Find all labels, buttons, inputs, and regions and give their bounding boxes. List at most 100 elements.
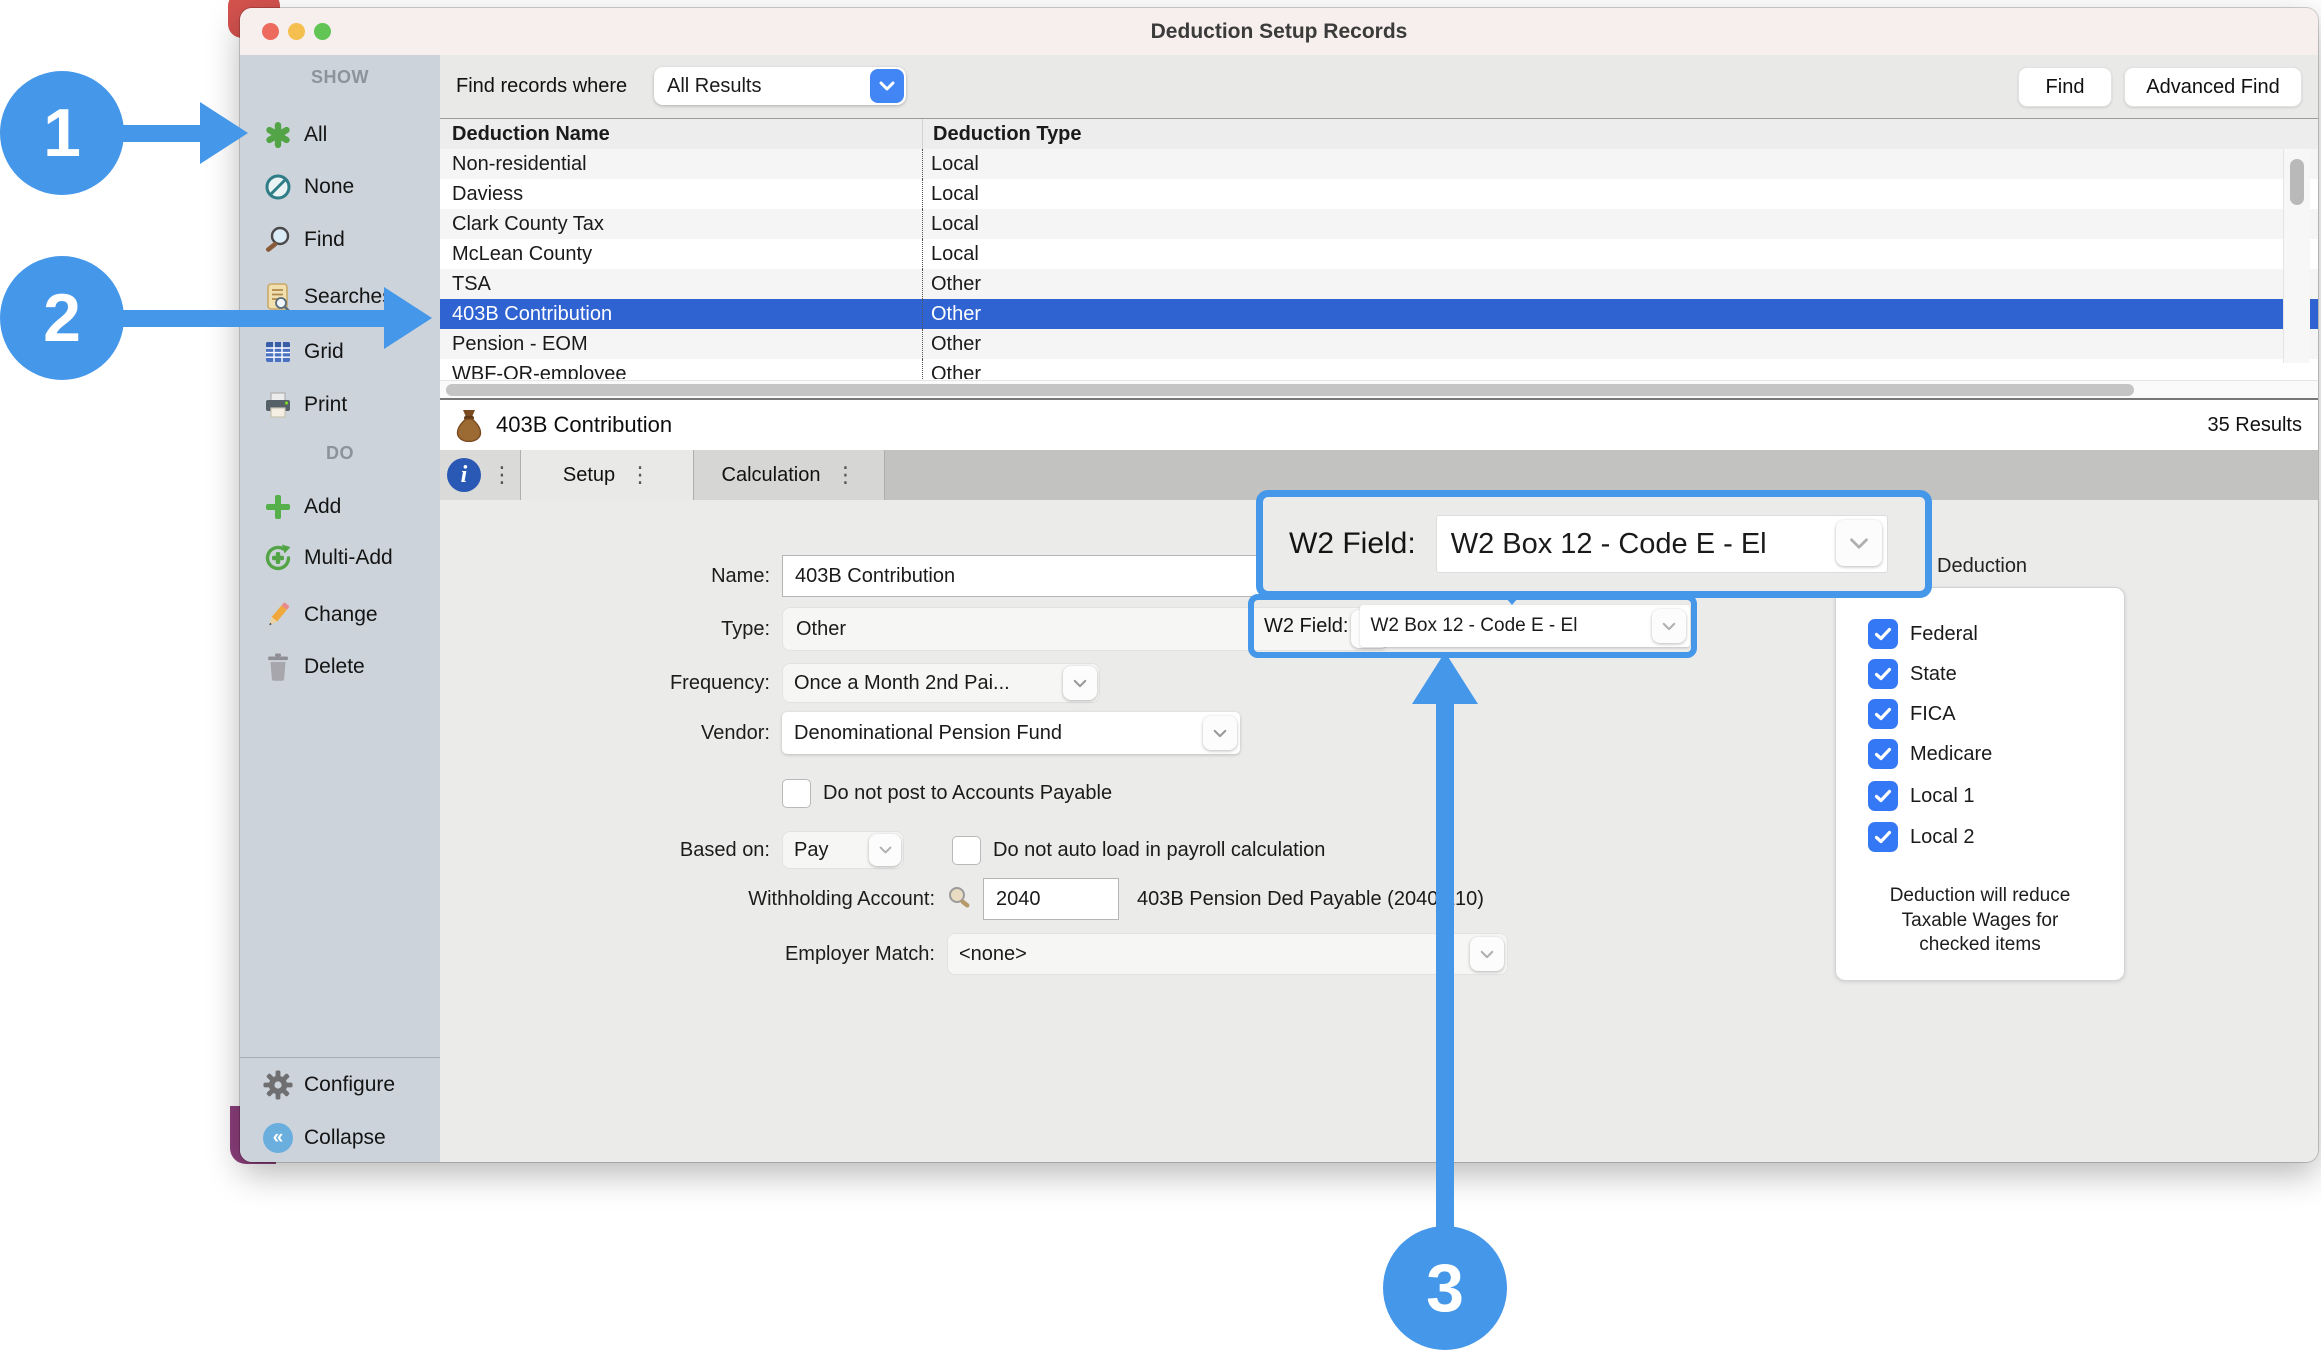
w2-field-label: W2 Field: (1264, 615, 1348, 638)
find-button[interactable]: Find (2018, 67, 2112, 107)
sidebar-do-label: DO (240, 443, 440, 464)
w2-field-highlight: W2 Field: W2 Box 12 - Code E - El (1248, 594, 1697, 658)
deduction-list: Deduction Name Deduction Type Non-reside… (440, 118, 2318, 399)
checkbox-checked-icon[interactable] (1868, 659, 1898, 689)
checkbox-checked-icon[interactable] (1868, 781, 1898, 811)
printer-icon (262, 389, 294, 421)
setup-form: Name: 403B Contribution Type: Other Freq… (440, 500, 2318, 1162)
tab-calculation[interactable]: Calculation ⋮ (694, 450, 885, 500)
info-icon[interactable]: i (447, 458, 481, 492)
zoom-button[interactable] (314, 23, 331, 40)
list-rows: Non-residentialLocal DaviessLocal Clark … (440, 149, 2318, 379)
table-row[interactable]: Clark County TaxLocal (440, 209, 2318, 239)
sidebar-item-label: Collapse (304, 1126, 386, 1150)
chevron-down-icon[interactable] (1063, 666, 1097, 700)
sidebar: SHOW All None (240, 55, 441, 1162)
deduction-panel-title: Deduction (1937, 555, 2027, 578)
table-row[interactable]: Non-residentialLocal (440, 149, 2318, 179)
sidebar-item-label: Change (304, 603, 378, 627)
sidebar-item-multi-add[interactable]: Multi-Add (240, 541, 440, 575)
callout-2-badge: 2 (0, 256, 124, 380)
find-bar: Find records where All Results Find Adva… (440, 55, 2318, 119)
kebab-menu-icon[interactable]: ⋮ (629, 463, 651, 488)
checkbox-checked-icon[interactable] (1868, 822, 1898, 852)
results-filter-select[interactable]: All Results (654, 67, 906, 105)
sidebar-item-delete[interactable]: Delete (240, 650, 440, 684)
block-icon (262, 171, 294, 203)
tab-setup[interactable]: Setup ⋮ (521, 450, 694, 500)
chevron-down-icon[interactable] (1652, 609, 1686, 643)
chevron-down-icon[interactable] (869, 834, 901, 866)
sidebar-item-collapse[interactable]: « Collapse (240, 1121, 440, 1155)
w2-field-zoom-callout: W2 Field: W2 Box 12 - Code E - El (1256, 490, 1932, 598)
tax-checkbox-row[interactable]: Local 2 (1868, 822, 1975, 852)
sidebar-item-label: Multi-Add (304, 546, 393, 570)
titlebar: Deduction Setup Records (240, 8, 2318, 56)
callout-3-arrow (1436, 700, 1454, 1240)
chevron-down-icon[interactable] (1203, 716, 1237, 750)
based-on-label: Based on: (440, 839, 770, 862)
sidebar-item-configure[interactable]: Configure (240, 1068, 440, 1102)
do-not-autoload-label: Do not auto load in payroll calculation (993, 839, 1325, 862)
close-button[interactable] (262, 23, 279, 40)
chevron-down-icon[interactable] (870, 69, 904, 103)
tax-checkbox-row[interactable]: Federal (1868, 619, 1978, 649)
chevron-down-icon (1836, 520, 1882, 566)
sidebar-item-print[interactable]: Print (240, 388, 440, 422)
sidebar-item-all[interactable]: All (240, 118, 440, 152)
kebab-menu-icon[interactable]: ⋮ (834, 463, 856, 488)
vertical-scrollbar[interactable] (2283, 149, 2310, 363)
w2-field-zoom-label: W2 Field: (1289, 527, 1416, 561)
sidebar-item-change[interactable]: Change (240, 598, 440, 632)
deduction-setup-window: Deduction Setup Records SHOW All None (240, 8, 2318, 1162)
sidebar-show-label: SHOW (240, 67, 440, 88)
employer-match-dropdown[interactable]: <none> (947, 933, 1508, 975)
tax-checkbox-row[interactable]: Medicare (1868, 739, 1992, 769)
table-row[interactable]: WBF-OR-employeeOther (440, 359, 2318, 379)
checkbox-checked-icon[interactable] (1868, 619, 1898, 649)
table-row[interactable]: McLean CountyLocal (440, 239, 2318, 269)
do-not-autoload-checkbox[interactable] (952, 836, 981, 865)
sidebar-item-add[interactable]: Add (240, 490, 440, 524)
do-not-post-label: Do not post to Accounts Payable (823, 782, 1112, 805)
callout-3-arrowhead (1412, 652, 1478, 704)
advanced-find-button[interactable]: Advanced Find (2124, 67, 2302, 107)
sidebar-item-label: Grid (304, 340, 344, 364)
checkbox-checked-icon[interactable] (1868, 699, 1898, 729)
frequency-dropdown[interactable]: Once a Month 2nd Pai... (782, 663, 1100, 703)
table-row[interactable]: Pension - EOMOther (440, 329, 2318, 359)
do-not-post-checkbox[interactable] (782, 779, 811, 808)
horizontal-scrollbar[interactable] (440, 380, 2318, 399)
sidebar-item-label: Configure (304, 1073, 395, 1097)
table-row[interactable]: TSAOther (440, 269, 2318, 299)
w2-field-dropdown[interactable]: W2 Box 12 - Code E - El (1360, 605, 1690, 647)
vendor-label: Vendor: (440, 722, 770, 745)
money-bag-icon (454, 408, 484, 447)
vendor-dropdown[interactable]: Denominational Pension Fund (782, 712, 1240, 754)
table-row-selected[interactable]: 403B ContributionOther (440, 299, 2318, 329)
minimize-button[interactable] (288, 23, 305, 40)
sidebar-item-none[interactable]: None (240, 170, 440, 204)
list-header: Deduction Name Deduction Type (440, 119, 2318, 150)
column-header-deduction-name[interactable]: Deduction Name (440, 119, 922, 149)
checkbox-checked-icon[interactable] (1868, 739, 1898, 769)
sidebar-item-label: Add (304, 495, 341, 519)
kebab-menu-icon[interactable]: ⋮ (491, 463, 513, 488)
account-lookup-icon[interactable] (945, 885, 973, 914)
column-header-deduction-type[interactable]: Deduction Type (922, 119, 2318, 149)
tax-checkbox-row[interactable]: FICA (1868, 699, 1956, 729)
sidebar-item-label: Delete (304, 655, 365, 679)
plus-icon (262, 491, 294, 523)
scrollbar-thumb[interactable] (2290, 159, 2304, 205)
sidebar-item-find[interactable]: Find (240, 223, 440, 257)
withholding-account-input[interactable]: 2040 (983, 878, 1119, 920)
find-records-where-label: Find records where (456, 55, 627, 118)
grid-icon (262, 336, 294, 368)
withholding-label: Withholding Account: (440, 888, 935, 911)
scrollbar-thumb[interactable] (446, 384, 2134, 396)
tax-checkbox-row[interactable]: State (1868, 659, 1957, 689)
chevron-down-icon[interactable] (1470, 937, 1504, 971)
based-on-dropdown[interactable]: Pay (782, 831, 904, 869)
tax-checkbox-row[interactable]: Local 1 (1868, 781, 1975, 811)
table-row[interactable]: DaviessLocal (440, 179, 2318, 209)
